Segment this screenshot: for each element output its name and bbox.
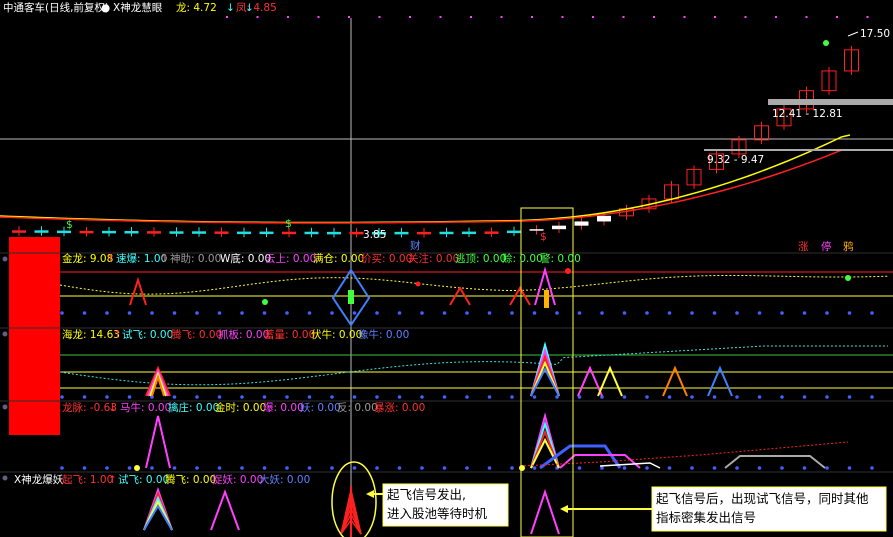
range-low-label: 9.32 - 9.47: [707, 154, 764, 166]
legend-shenzhu: 神助: 0.00: [170, 252, 221, 265]
panel4-title: X神龙爆妖: [14, 473, 64, 486]
high-price-label: 17.50: [860, 28, 890, 40]
legend-tengfei2: 腾飞: 0.00: [165, 473, 216, 486]
legend-fan: 反: 0.00: [337, 402, 378, 414]
legend-hailong: 海龙: 14.63: [62, 328, 120, 341]
legend-she: 赊: 0.00: [502, 252, 543, 265]
header-feng-arrow: ↓: [245, 2, 254, 14]
cai-label: 财: [410, 239, 421, 252]
legend-taoding: 逃顶: 0.00: [455, 252, 506, 265]
legend-xiangniu: 像牛: 0.00: [358, 328, 409, 341]
legend-arrow: ↓: [108, 402, 117, 414]
legend-zhuoyao: 捉妖: 0.00: [212, 473, 263, 486]
stock-title: 中通客车(日线,前复权): [3, 1, 109, 14]
legend-qifei: 起飞: 1.00: [62, 474, 113, 486]
header-dot-icon: ●: [101, 2, 110, 14]
legend-dayao: 大妖: 0.00: [259, 473, 310, 486]
panel3-legend: 龙脉: -0.63 ↓ 马牛: 0.00 擒庄: 0.00 金时: 0.00 爆…: [62, 401, 425, 414]
header-long-arrow: ↓: [226, 2, 235, 14]
legend-jing: 警: 0.00: [540, 252, 581, 265]
panel2-legend: 海龙: 14.63 ↑ 试飞: 0.00 腾飞: 0.00 抓板: 0.00 蓄…: [62, 328, 409, 341]
header-feng-value: 凤: 4.85: [236, 2, 277, 14]
dollar-icon: $: [540, 231, 547, 243]
range-high-label: 12.41 - 12.81: [772, 108, 843, 120]
text-layer: 中通客车(日线,前复权) ● X神龙慧眼 龙: 4.72 ↓ 凤: 4.85 ↓…: [3, 1, 890, 525]
legend-tengfei: 腾飞: 0.00: [171, 328, 222, 341]
legend-arrow: ↑: [106, 253, 115, 265]
note2-line2: 指标密集发出信号: [656, 510, 756, 525]
header-long-value: 龙: 4.72: [176, 1, 217, 14]
legend-xuliang: 蓄量: 0.00: [264, 329, 315, 341]
legend-mancang: 满仓: 0.00: [313, 252, 364, 265]
legend-arrow: ↑: [108, 474, 117, 486]
legend-maniu: 马牛: 0.00: [120, 401, 171, 414]
badge-zhang: 涨: [798, 241, 809, 253]
badge-ting: 停: [821, 240, 832, 253]
legend-zhuaban: 抓板: 0.00: [218, 328, 269, 341]
panel1-legend: 金龙: 9.08 ↑ 速爆: 1.00 ↑ 神助: 0.00 W底: 0.00 …: [62, 252, 581, 265]
panel4-legend: X神龙爆妖 起飞: 1.00 ↑ 试飞: 0.00 腾飞: 0.00 捉妖: 0…: [14, 473, 310, 486]
legend-arrow: ↑: [113, 329, 122, 341]
note2-line1: 起飞信号后，出现试飞信号，同时其他: [656, 491, 869, 506]
legend-guanzhu: 关注: 0.00: [408, 252, 459, 265]
note1-line2: 进入股池等待时机: [387, 506, 488, 521]
legend-yunshang: 云上: 0.00: [265, 253, 316, 265]
dollar-icon: $: [285, 218, 292, 230]
legend-shifei: 试飞: 0.00: [122, 329, 173, 341]
legend-jinshi: 金时: 0.00: [215, 401, 266, 414]
legend-yao: 妖: 0.00: [300, 401, 341, 414]
legend-arrow: ↑: [160, 253, 169, 265]
legend-qinzhuang: 擒庄: 0.00: [168, 401, 219, 414]
dollar-icon: $: [66, 219, 73, 231]
legend-wdi: W底: 0.00: [220, 252, 271, 265]
indicator-title: X神龙慧眼: [113, 1, 163, 14]
note1-line1: 起飞信号发出,: [387, 487, 466, 502]
legend-bao: 爆: 0.00: [263, 401, 304, 414]
badge-ya: 鸦: [843, 240, 854, 253]
legend-jiamai: 价买: 0.00: [361, 253, 412, 265]
legend-shifei2: 试飞: 0.00: [118, 474, 169, 486]
legend-funiu: 伏牛: 0.00: [311, 328, 362, 341]
legend-baozhang: 暴涨: 0.00: [374, 402, 425, 414]
low-price-label: 3.85: [363, 229, 386, 241]
